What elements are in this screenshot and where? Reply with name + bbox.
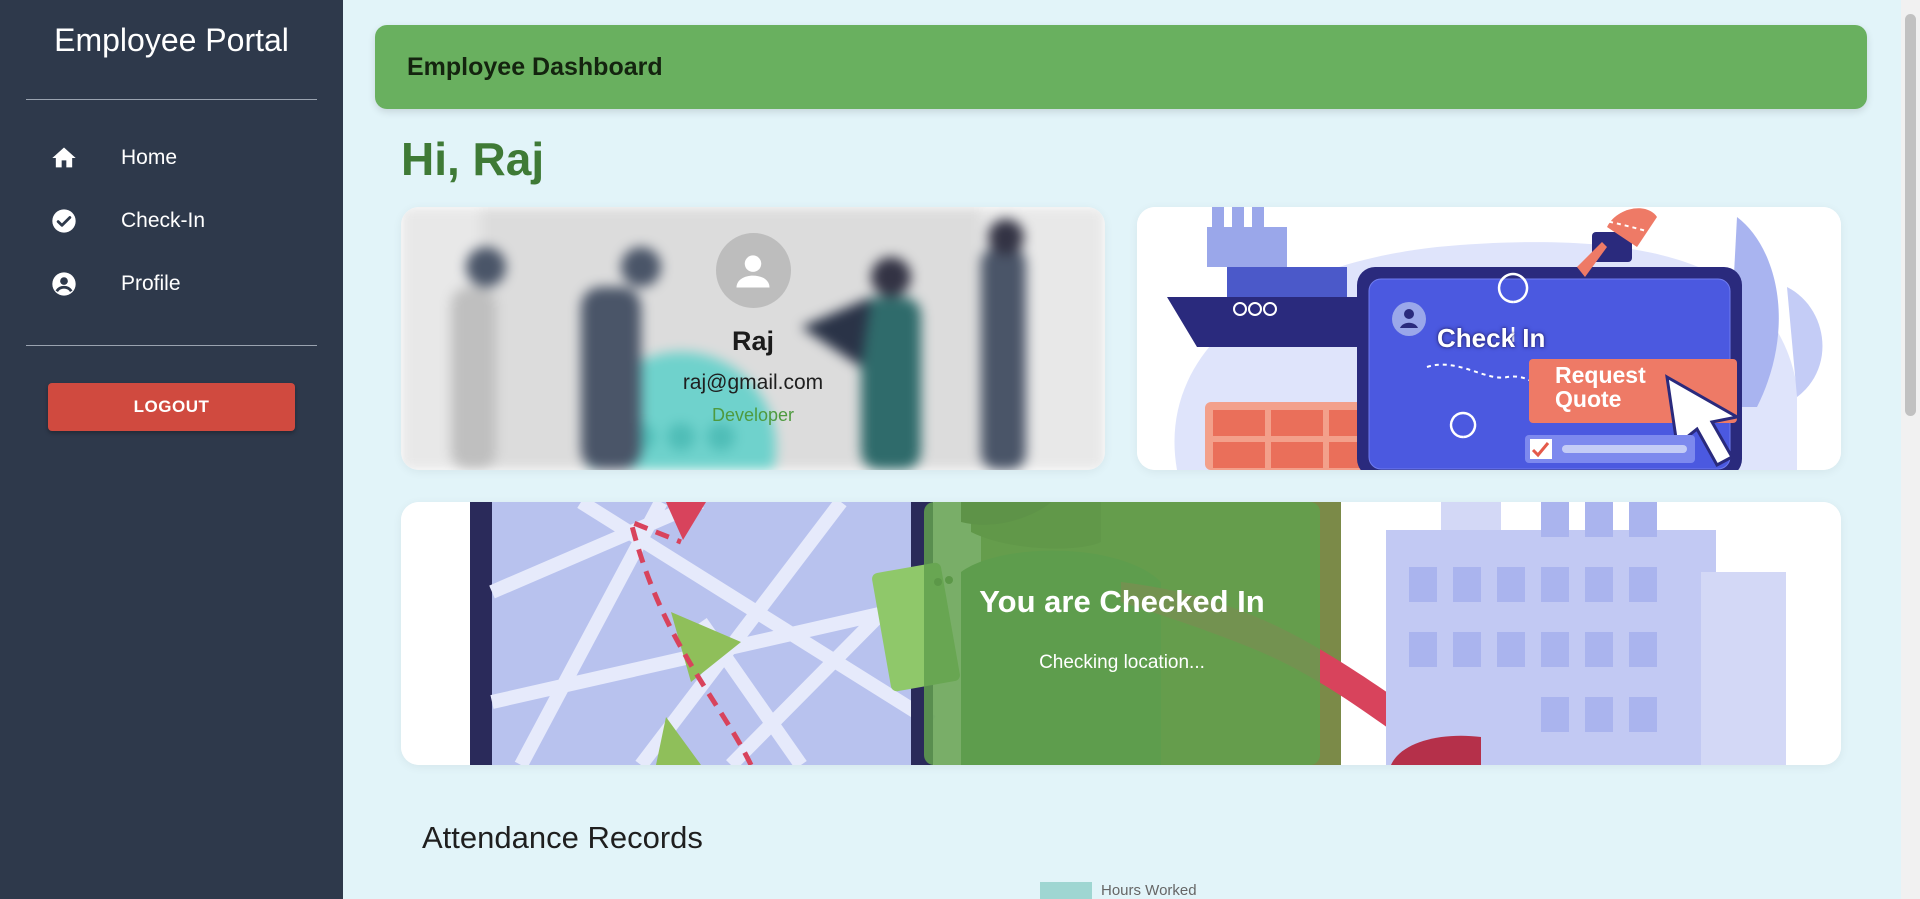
home-icon: [49, 143, 79, 173]
divider: [26, 345, 317, 346]
sidebar-item-home[interactable]: Home: [0, 126, 343, 189]
request-quote-label: Request Quote: [1555, 362, 1646, 412]
account-circle-icon: [49, 269, 79, 299]
sidebar-nav: Home Check-In Profile: [0, 100, 343, 345]
check-circle-icon: [49, 206, 79, 236]
sidebar-item-check-in[interactable]: Check-In: [0, 189, 343, 252]
profile-info: Raj raj@gmail.com Developer: [401, 207, 1105, 426]
sidebar: Employee Portal Home Check-In Profile LO…: [0, 0, 343, 899]
profile-role: Developer: [711, 405, 795, 425]
chart-legend: Hours Worked: [1040, 882, 1197, 899]
attendance-title: Attendance Records: [422, 820, 703, 855]
status-subtitle: Checking location...: [1039, 651, 1205, 673]
header-bar: Employee Dashboard: [375, 25, 1867, 109]
legend-swatch: [1040, 882, 1092, 899]
page-title: Employee Dashboard: [407, 52, 663, 81]
person-icon: [736, 254, 770, 287]
check-in-status-card: You are Checked In Checking location...: [401, 502, 1841, 765]
greeting: Hi, Raj: [401, 133, 545, 185]
sidebar-item-label: Profile: [121, 271, 181, 295]
profile-name: Raj: [731, 326, 775, 356]
app-brand: Employee Portal: [54, 22, 289, 58]
scrollbar-thumb[interactable]: [1905, 14, 1916, 416]
profile-email: raj@gmail.com: [682, 371, 824, 394]
sidebar-item-label: Check-In: [121, 208, 206, 232]
check-in-title: Check In: [1437, 323, 1546, 353]
page-scrollbar[interactable]: [1901, 0, 1920, 899]
check-in-card[interactable]: Check In Request Quote: [1137, 207, 1841, 470]
logout-button[interactable]: LOGOUT: [48, 383, 295, 431]
check-in-status-overlay: You are Checked In Checking location...: [924, 502, 1320, 765]
sidebar-item-label: Home: [121, 145, 178, 169]
sidebar-item-profile[interactable]: Profile: [0, 252, 343, 315]
legend-label: Hours Worked: [1101, 882, 1197, 899]
profile-card: Raj raj@gmail.com Developer: [401, 207, 1105, 470]
avatar: [715, 233, 791, 308]
status-title: You are Checked In: [979, 583, 1265, 619]
